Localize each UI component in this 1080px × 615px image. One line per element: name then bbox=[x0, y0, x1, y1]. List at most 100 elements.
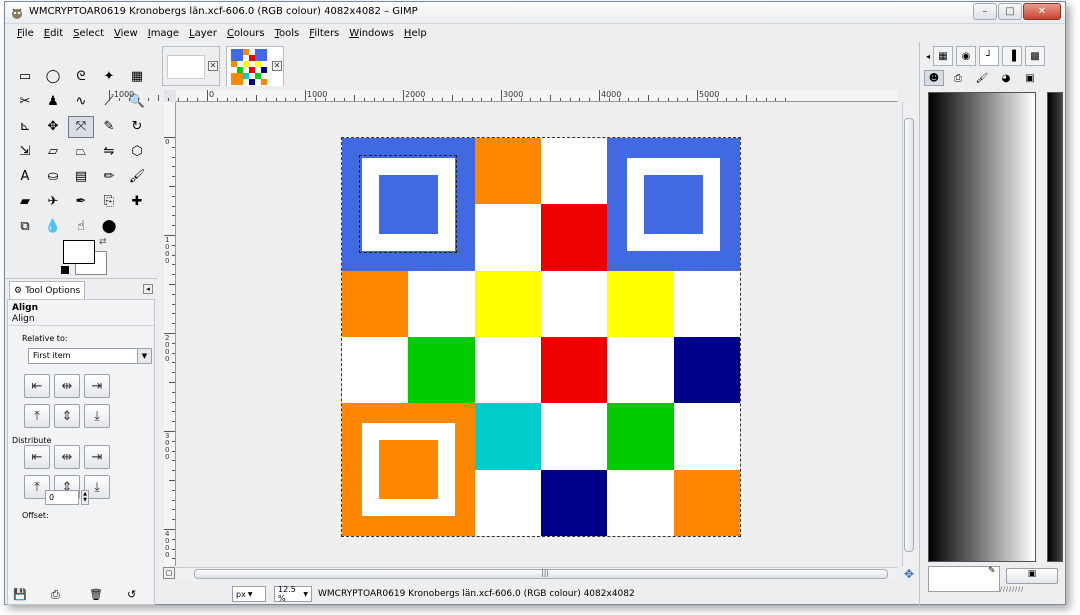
unit-select[interactable]: px ▼ bbox=[232, 586, 266, 602]
gradient-preview-secondary[interactable] bbox=[1047, 92, 1063, 562]
align-center-h-button[interactable]: ⇹ bbox=[54, 374, 80, 398]
blank-image-tab[interactable]: ✕ bbox=[162, 46, 220, 86]
fuzzy-select-tool[interactable]: ✦ bbox=[95, 64, 123, 89]
menu-select[interactable]: Select bbox=[68, 28, 109, 39]
offset-input[interactable]: 0 bbox=[45, 490, 79, 505]
delete-preset-icon[interactable]: 🗑 bbox=[89, 588, 103, 601]
align-top-button[interactable]: ⤒ bbox=[24, 404, 50, 428]
shear-tool[interactable]: ▱ bbox=[39, 139, 67, 164]
dock-action-button[interactable]: ▣ bbox=[1006, 568, 1058, 584]
smudge-tool[interactable]: ☝ bbox=[67, 214, 95, 239]
restore-preset-icon[interactable]: ⎙ bbox=[51, 588, 63, 601]
palettes-tab-icon[interactable]: ▩ bbox=[1025, 46, 1046, 66]
flip-tool[interactable]: ⇋ bbox=[95, 139, 123, 164]
distribute-right-button[interactable]: ⇥ bbox=[84, 445, 110, 469]
text-tool[interactable]: A bbox=[11, 164, 39, 189]
bucket-fill-tool[interactable]: ⛀ bbox=[39, 164, 67, 189]
menu-tools[interactable]: Tools bbox=[270, 28, 305, 39]
brush-tab-icon[interactable]: 🖌 bbox=[972, 70, 992, 86]
menu-edit[interactable]: Edit bbox=[39, 28, 68, 39]
clone-tool[interactable]: ⎘ bbox=[95, 189, 123, 214]
vertical-scrollbar[interactable] bbox=[902, 102, 914, 566]
tab-menu-icon[interactable]: ◂ bbox=[143, 284, 153, 294]
minimize-button[interactable]: – bbox=[973, 3, 997, 20]
scrollbar-thumb[interactable] bbox=[904, 118, 914, 552]
dock-scrollbar[interactable] bbox=[1038, 92, 1046, 562]
gimp-wilber-tab-icon[interactable]: ☻ bbox=[924, 70, 944, 86]
gradients-tab-icon[interactable]: ▐ bbox=[1002, 46, 1023, 66]
free-select-tool[interactable]: ᘓ bbox=[67, 64, 95, 89]
printer-tab-icon[interactable]: ⎙ bbox=[948, 70, 968, 86]
close-button[interactable]: ✕ bbox=[1023, 3, 1061, 20]
airbrush-tool[interactable]: ✈ bbox=[39, 189, 67, 214]
close-tab-icon[interactable]: ✕ bbox=[208, 61, 218, 71]
measure-tool[interactable]: ⊾ bbox=[11, 114, 39, 139]
close-tab-icon[interactable]: ✕ bbox=[272, 61, 282, 71]
reset-colors-icon[interactable] bbox=[61, 266, 69, 274]
qr-code-image[interactable] bbox=[341, 137, 741, 537]
foreground-select-tool[interactable]: ♟ bbox=[39, 89, 67, 114]
align-middle-v-button[interactable]: ⇕ bbox=[54, 404, 80, 428]
align-bottom-button[interactable]: ⤓ bbox=[84, 404, 110, 428]
navigate-icon[interactable]: ✥ bbox=[904, 567, 914, 581]
swap-colors-icon[interactable]: ⇄ bbox=[99, 237, 107, 247]
scrollbar-thumb[interactable]: ||| bbox=[194, 568, 888, 579]
select-by-color-tool[interactable]: ▦ bbox=[123, 64, 151, 89]
scale-tool[interactable]: ⇲ bbox=[11, 139, 39, 164]
align-tool[interactable]: ⤧ bbox=[67, 114, 95, 139]
horizontal-scrollbar[interactable]: ||| bbox=[176, 567, 898, 579]
menu-windows[interactable]: Windows bbox=[344, 28, 399, 39]
dodge-burn-tool[interactable]: ⬤ bbox=[95, 214, 123, 239]
menu-image[interactable]: Image bbox=[143, 28, 184, 39]
image-canvas[interactable] bbox=[177, 103, 899, 566]
patterns-tab-icon[interactable]: ▦ bbox=[933, 46, 954, 66]
align-right-button[interactable]: ⇥ bbox=[84, 374, 110, 398]
color-tab-icon[interactable]: ▣ bbox=[1020, 70, 1040, 86]
heal-tool[interactable]: ✚ bbox=[123, 189, 151, 214]
menu-filters[interactable]: Filters bbox=[304, 28, 344, 39]
rotate-tool[interactable]: ↻ bbox=[123, 114, 151, 139]
tab-tool-options[interactable]: ⚙ Tool Options bbox=[9, 281, 86, 299]
ink-tool[interactable]: ✒ bbox=[67, 189, 95, 214]
cage-transform-tool[interactable]: ⬡ bbox=[123, 139, 151, 164]
distribute-center-h-button[interactable]: ⇹ bbox=[54, 445, 80, 469]
align-left-button[interactable]: ⇤ bbox=[24, 374, 50, 398]
qr-image-tab[interactable]: ✕ bbox=[226, 46, 284, 86]
quick-mask-toggle[interactable]: ▢ bbox=[163, 567, 175, 579]
offset-stepper[interactable]: ▲ ▼ bbox=[81, 490, 89, 505]
zoom-select[interactable]: 12.5 % ▼ bbox=[274, 585, 312, 603]
reset-options-icon[interactable]: ↺ bbox=[127, 588, 139, 601]
relative-to-select[interactable]: First item ▼ bbox=[28, 348, 152, 364]
ruler-corner[interactable] bbox=[164, 90, 176, 102]
brushes-tab-icon[interactable]: ◉ bbox=[956, 46, 977, 66]
pencil-tool[interactable]: ✏ bbox=[95, 164, 123, 189]
perspective-clone-tool[interactable]: ⧉ bbox=[11, 214, 39, 239]
scissors-select-tool[interactable]: ✂ bbox=[11, 89, 39, 114]
menu-help[interactable]: Help bbox=[399, 28, 432, 39]
blur-sharpen-tool[interactable]: 💧 bbox=[39, 214, 67, 239]
crop-tool[interactable]: ✎ bbox=[95, 114, 123, 139]
vertical-ruler[interactable]: 0 1000 2000 3000 4000 bbox=[164, 102, 176, 566]
title-bar[interactable]: WMCRYPTOAR0619 Kronobergs län.xcf-606.0 … bbox=[5, 2, 1065, 24]
paintbrush-tool[interactable]: 🖌 bbox=[123, 164, 151, 189]
maximize-button[interactable]: □ bbox=[998, 3, 1022, 20]
distribute-left-button[interactable]: ⇤ bbox=[24, 445, 50, 469]
dock-menu-icon[interactable]: ◂ bbox=[926, 52, 930, 61]
save-preset-icon[interactable]: 💾 bbox=[13, 588, 27, 601]
menu-file[interactable]: File bbox=[12, 28, 39, 39]
move-tool[interactable]: ✥ bbox=[39, 114, 67, 139]
fg-bg-colors[interactable]: ⇄ bbox=[61, 237, 109, 276]
paths-tool[interactable]: ∿ bbox=[67, 89, 95, 114]
gradient-preview[interactable] bbox=[928, 92, 1036, 562]
perspective-tool[interactable]: ⏢ bbox=[67, 139, 95, 164]
color-wheel-tab-icon[interactable]: ◕ bbox=[996, 70, 1016, 86]
rect-select-tool[interactable]: ▭ bbox=[11, 64, 39, 89]
menu-layer[interactable]: Layer bbox=[184, 28, 222, 39]
menu-view[interactable]: View bbox=[109, 28, 143, 39]
ellipse-select-tool[interactable]: ◯ bbox=[39, 64, 67, 89]
fonts-tab-icon[interactable]: ┘ bbox=[979, 46, 1000, 66]
edit-icon[interactable]: ✎ bbox=[988, 566, 1000, 578]
blend-tool[interactable]: ▤ bbox=[67, 164, 95, 189]
horizontal-ruler[interactable]: -1000 0 1000 2000 3000 4000 5000 bbox=[109, 90, 898, 102]
menu-colours[interactable]: Colours bbox=[222, 28, 270, 39]
